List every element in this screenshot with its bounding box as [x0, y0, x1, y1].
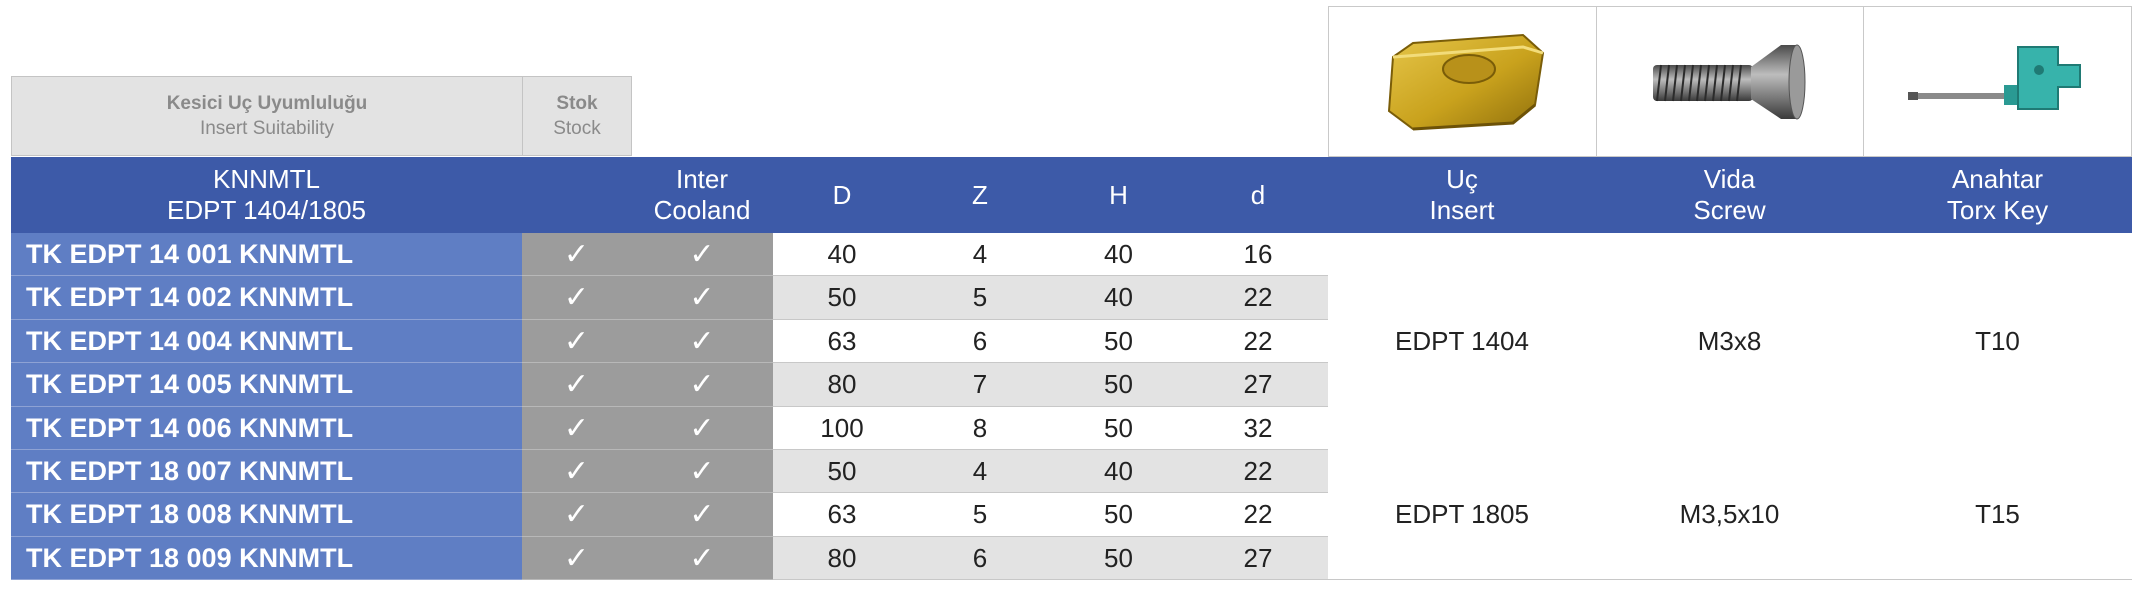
- value-cell-D: 100: [773, 407, 912, 450]
- coolant-header: Inter Cooland: [631, 157, 774, 233]
- product-code-cell: TK EDPT 18 007 KNNMTL: [11, 450, 523, 493]
- value-cell-D: 63: [773, 320, 912, 363]
- value-cell-Z: 5: [911, 276, 1050, 320]
- screw-header-line1: Vida: [1703, 164, 1756, 194]
- product-code-cell: TK EDPT 14 002 KNNMTL: [11, 276, 523, 320]
- value-cell-D: 40: [773, 233, 912, 276]
- screw-image: [1596, 6, 1864, 157]
- legend-suitability-en: Insert Suitability: [199, 118, 335, 139]
- value-cell-Z: 8: [911, 407, 1050, 450]
- screw-icon: [1653, 44, 1806, 119]
- stock-check-cell: ✓: [522, 407, 632, 450]
- col-header-H: H: [1049, 157, 1189, 233]
- col-header-d: d: [1188, 157, 1329, 233]
- torx-key-icon: [1907, 45, 2081, 110]
- product-code-cell: TK EDPT 18 008 KNNMTL: [11, 493, 523, 537]
- value-cell-Z: 6: [911, 537, 1050, 580]
- stock-check-cell: ✓: [522, 233, 632, 276]
- stock-check-cell: ✓: [522, 276, 632, 320]
- value-cell-Z: 4: [911, 450, 1050, 493]
- legend-stock-en: Stock: [553, 118, 601, 139]
- value-cell-d: 22: [1188, 320, 1329, 363]
- insert-header-line1: Uç: [1446, 164, 1478, 194]
- value-cell-H: 40: [1049, 276, 1189, 320]
- col-header-Z-label: Z: [972, 179, 988, 210]
- torx-key-image: [1863, 6, 2132, 157]
- coolant-check-cell: ✓: [631, 493, 774, 537]
- stock-check-cell: ✓: [522, 363, 632, 407]
- coolant-check-cell: ✓: [631, 363, 774, 407]
- value-cell-d: 32: [1188, 407, 1329, 450]
- col-header-D: D: [773, 157, 912, 233]
- value-cell-D: 80: [773, 363, 912, 407]
- stock-check-cell: ✓: [522, 450, 632, 493]
- series-header-line2: EDPT 1404/1805: [167, 195, 366, 225]
- insert-suitability-legend: Kesici Uç Uyumluluğu Insert Suitability: [11, 76, 523, 156]
- group-1-key: T10: [1863, 233, 2132, 450]
- coolant-check-cell: ✓: [631, 233, 774, 276]
- value-cell-d: 22: [1188, 276, 1329, 320]
- value-cell-H: 50: [1049, 493, 1189, 537]
- value-cell-d: 16: [1188, 233, 1329, 276]
- value-cell-H: 40: [1049, 233, 1189, 276]
- value-cell-H: 50: [1049, 363, 1189, 407]
- coolant-check-cell: ✓: [631, 407, 774, 450]
- stock-check-cell: ✓: [522, 493, 632, 537]
- value-cell-Z: 5: [911, 493, 1050, 537]
- value-cell-H: 50: [1049, 407, 1189, 450]
- stock-check-cell: ✓: [522, 537, 632, 580]
- insert-icon: [1387, 33, 1544, 130]
- product-code-cell: TK EDPT 14 006 KNNMTL: [11, 407, 523, 450]
- col-header-H-label: H: [1109, 179, 1128, 210]
- value-cell-D: 50: [773, 450, 912, 493]
- product-code-cell: TK EDPT 18 009 KNNMTL: [11, 537, 523, 580]
- group-1-screw: M3x8: [1596, 233, 1864, 450]
- value-cell-d: 27: [1188, 363, 1329, 407]
- stock-legend: Stok Stock: [522, 76, 632, 156]
- series-header-line1: KNNMTL: [213, 164, 320, 194]
- value-cell-Z: 7: [911, 363, 1050, 407]
- value-cell-d: 27: [1188, 537, 1329, 580]
- insert-header-line2: Insert: [1429, 195, 1495, 225]
- coolant-check-cell: ✓: [631, 450, 774, 493]
- coolant-check-cell: ✓: [631, 320, 774, 363]
- torx-key-header-line2: Torx Key: [1946, 195, 2049, 225]
- coolant-header-line1: Inter: [675, 164, 729, 194]
- value-cell-D: 80: [773, 537, 912, 580]
- product-code-cell: TK EDPT 14 005 KNNMTL: [11, 363, 523, 407]
- stock-header: [522, 157, 632, 233]
- value-cell-D: 63: [773, 493, 912, 537]
- col-header-D-label: D: [832, 179, 852, 210]
- legend-suitability-tr: Kesici Uç Uyumluluğu: [166, 93, 368, 114]
- insert-image: [1328, 6, 1597, 157]
- value-cell-H: 50: [1049, 537, 1189, 580]
- screw-header: Vida Screw: [1596, 157, 1864, 233]
- series-header: KNNMTL EDPT 1404/1805: [11, 157, 523, 233]
- torx-key-header-line1: Anahtar: [1951, 164, 2044, 194]
- coolant-check-cell: ✓: [631, 276, 774, 320]
- product-code-cell: TK EDPT 14 001 KNNMTL: [11, 233, 523, 276]
- group-2-screw: M3,5x10: [1596, 449, 1864, 580]
- coolant-header-line2: Cooland: [653, 195, 751, 225]
- col-header-Z: Z: [911, 157, 1050, 233]
- torx-key-header: Anahtar Torx Key: [1863, 157, 2132, 233]
- value-cell-Z: 4: [911, 233, 1050, 276]
- group-2-key: T15: [1863, 449, 2132, 580]
- group-1-insert: EDPT 1404: [1328, 233, 1597, 450]
- screw-header-line2: Screw: [1693, 195, 1766, 225]
- product-code-cell: TK EDPT 14 004 KNNMTL: [11, 320, 523, 363]
- value-cell-d: 22: [1188, 493, 1329, 537]
- stock-check-cell: ✓: [522, 320, 632, 363]
- value-cell-H: 40: [1049, 450, 1189, 493]
- value-cell-D: 50: [773, 276, 912, 320]
- value-cell-d: 22: [1188, 450, 1329, 493]
- group-2-insert: EDPT 1805: [1328, 449, 1597, 580]
- value-cell-H: 50: [1049, 320, 1189, 363]
- col-header-d-label: d: [1250, 179, 1266, 210]
- insert-header: Uç Insert: [1328, 157, 1597, 233]
- value-cell-Z: 6: [911, 320, 1050, 363]
- legend-stock-tr: Stok: [556, 93, 598, 114]
- coolant-check-cell: ✓: [631, 537, 774, 580]
